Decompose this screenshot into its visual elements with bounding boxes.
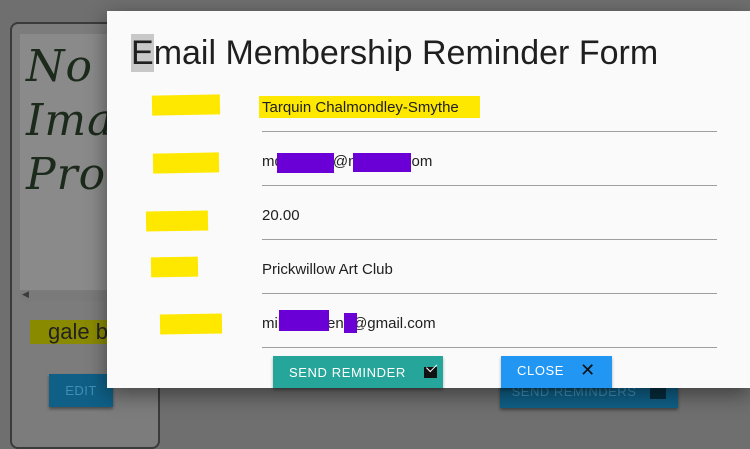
redaction-mark	[279, 310, 329, 331]
title-first-letter: E	[131, 34, 154, 72]
redaction-mark	[277, 153, 334, 173]
edit-button[interactable]: EDIT	[49, 374, 113, 407]
redaction-mark	[353, 153, 411, 172]
mail-icon	[650, 387, 667, 399]
club-value: Prickwillow Art Club	[262, 261, 393, 278]
field-label-amount	[145, 210, 209, 232]
field-label-contact-email	[159, 313, 223, 335]
email-part: m	[262, 153, 275, 170]
mail-icon	[423, 366, 437, 378]
name-value: Tarquin Chalmondley-Smythe	[262, 99, 459, 116]
field-label-name	[151, 94, 221, 116]
email-underline	[262, 185, 717, 186]
redaction-mark	[344, 313, 357, 333]
field-label-email	[152, 152, 220, 174]
amount-value: 20.00	[262, 207, 300, 224]
title-rest: mail Membership Reminder Form	[153, 34, 659, 72]
dialog-title: Email Membership Reminder Form	[131, 33, 658, 73]
amount-field[interactable]: 20.00	[262, 205, 717, 227]
send-reminder-button[interactable]: SEND REMINDER	[273, 356, 443, 388]
close-label: CLOSE	[517, 363, 565, 378]
contact-email-field[interactable]: mikedjgreen0@gmail.com	[262, 313, 717, 335]
close-icon: ✕	[580, 360, 596, 381]
reminder-dialog: Email Membership Reminder Form Tarquin C…	[107, 11, 750, 388]
club-underline	[262, 293, 717, 294]
member-name: gale b	[30, 320, 115, 344]
close-button[interactable]: CLOSE ✕	[501, 356, 612, 388]
name-underline	[262, 131, 717, 132]
contact-email-part: @gmail.com	[352, 315, 436, 332]
club-field[interactable]: Prickwillow Art Club	[262, 259, 717, 281]
scroll-left-icon[interactable]: ◀	[22, 289, 29, 300]
field-label-club	[150, 256, 199, 278]
contact-email-underline	[262, 347, 717, 348]
send-reminder-label: SEND REMINDER	[289, 364, 406, 380]
amount-underline	[262, 239, 717, 240]
name-field[interactable]: Tarquin Chalmondley-Smythe	[262, 97, 717, 119]
